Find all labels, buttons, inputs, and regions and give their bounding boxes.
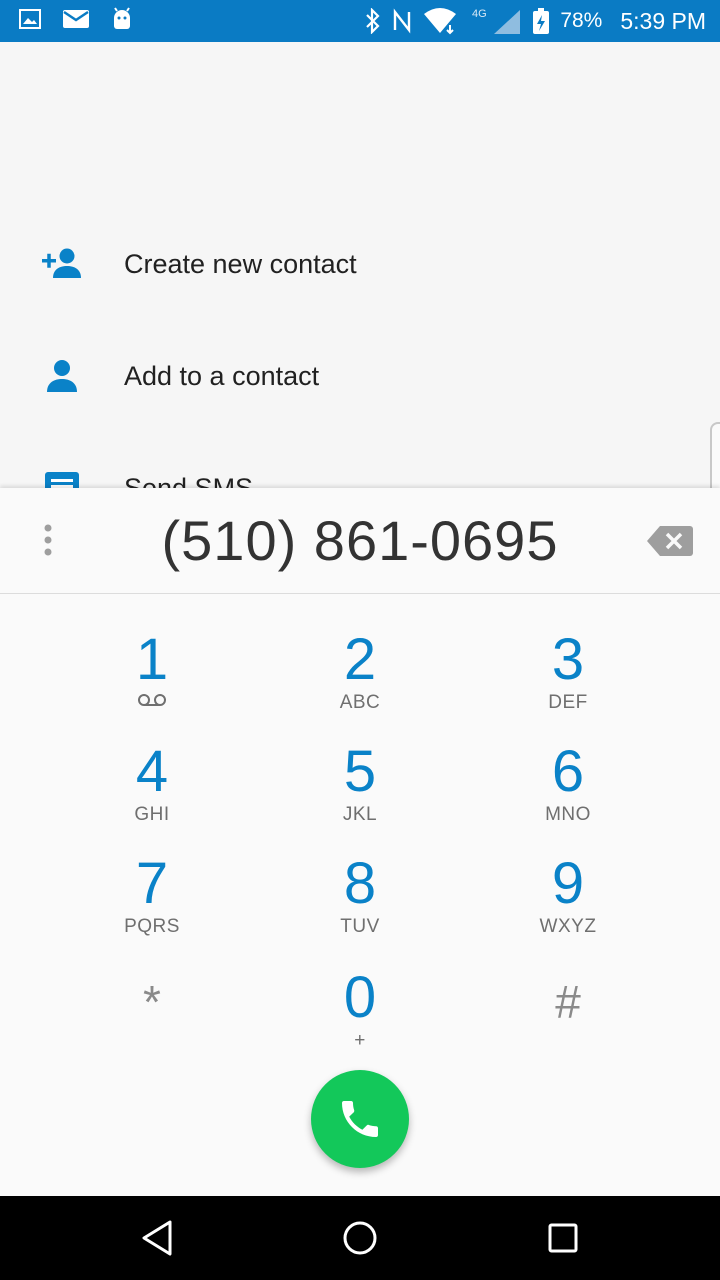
battery-percent: 78% (560, 9, 603, 32)
create-new-contact-label: Create new contact (124, 248, 357, 279)
digits-bar: (510) 861-0695 (0, 488, 720, 594)
dialpad-key-star[interactable]: * (62, 972, 242, 1072)
dialpad-sheet: (510) 861-0695 1 2 ABC 3 DEF 4 GHI 5 JKL… (0, 488, 720, 1196)
svg-text:4G: 4G (472, 8, 487, 20)
status-bar: 4G 78% 5:39 PM (0, 0, 720, 42)
android-icon (114, 7, 130, 29)
dialpad-key-4[interactable]: 4 GHI (62, 742, 242, 842)
dialpad-key-7[interactable]: 7 PQRS (62, 854, 242, 954)
add-to-contact-label: Add to a contact (124, 360, 320, 391)
clock: 5:39 PM (620, 7, 706, 34)
bluetooth-icon (366, 8, 380, 34)
dialer-actions-area: Create new contact Add to a contact Send… (0, 42, 720, 488)
nfc-icon (394, 8, 411, 34)
send-sms-action[interactable]: Send SMS (0, 432, 720, 488)
dialpad-key-hash[interactable]: # (478, 972, 658, 1072)
dialpad-key-8[interactable]: 8 TUV (270, 854, 450, 954)
dialed-number[interactable]: (510) 861-0695 (0, 508, 720, 573)
signal-4g-icon: 4G (472, 8, 521, 34)
gallery-icon (19, 9, 41, 29)
mail-icon (63, 10, 89, 28)
recents-icon[interactable] (541, 1216, 585, 1260)
add-person-icon (42, 248, 81, 278)
dialpad-key-6[interactable]: 6 MNO (478, 742, 658, 842)
dialpad-key-5[interactable]: 5 JKL (270, 742, 450, 842)
phone-icon (342, 1101, 378, 1137)
voicemail-icon (138, 694, 166, 706)
person-icon (47, 360, 77, 392)
battery-icon (533, 8, 550, 34)
home-icon[interactable] (338, 1216, 382, 1260)
dialpad-key-1[interactable]: 1 (62, 630, 242, 730)
add-to-contact-action[interactable]: Add to a contact (0, 320, 720, 432)
create-new-contact-action[interactable]: Create new contact (0, 208, 720, 320)
dialpad-key-2[interactable]: 2 ABC (270, 630, 450, 730)
dialpad-key-9[interactable]: 9 WXYZ (478, 854, 658, 954)
backspace-icon[interactable] (646, 524, 694, 558)
wifi-icon (424, 8, 457, 35)
navigation-bar (0, 1196, 720, 1280)
dialpad-key-3[interactable]: 3 DEF (478, 630, 658, 730)
send-sms-label: Send SMS (124, 472, 254, 489)
call-button[interactable] (311, 1070, 409, 1168)
back-icon[interactable] (136, 1216, 180, 1260)
message-icon (45, 472, 79, 488)
dialpad-key-0[interactable]: 0 + (270, 968, 450, 1068)
